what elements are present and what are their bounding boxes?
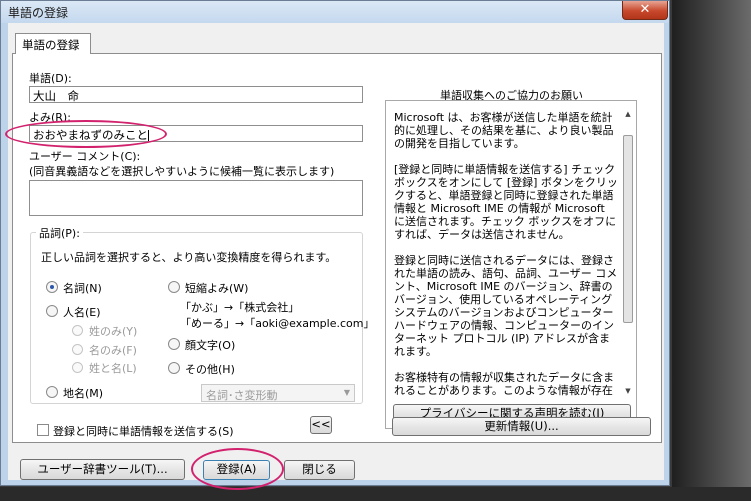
noun-label: 名詞(N) (63, 282, 102, 295)
desktop-background (672, 0, 751, 501)
info-paragraph: [登録と同時に単語情報を送信する] チェック ボックスをオンにして [登録] ボ… (394, 163, 618, 241)
dialog-client-area: 単語の登録 単語(D): 大山 命 よみ(R): おおやまねずのみこと ユーザー… (5, 23, 664, 490)
info-text: Microsoft は、お客様が送信した単語を統計的に処理し、その結果を基に、よ… (394, 111, 618, 397)
short-reading-radio[interactable] (168, 281, 180, 293)
word-label: 単語(D): (29, 72, 72, 85)
place-name-label: 地名(M) (63, 387, 104, 400)
info-scrollbar[interactable]: ▲ ▼ (622, 109, 634, 397)
part-of-speech-description: 正しい品詞を選択すると、より高い変換精度を得られます。 (41, 251, 337, 264)
surname-only-radio[interactable] (72, 325, 83, 336)
tab-register-word[interactable]: 単語の登録 (15, 33, 91, 54)
info-paragraph: 登録と同時に送信されるデータには、登録された単語の読み、語句、品詞、ユーザー コ… (394, 254, 618, 358)
short-reading-example-2: 「めーる」→「aoki@example.com」 (180, 317, 375, 330)
word-input[interactable]: 大山 命 (29, 86, 363, 103)
short-reading-example-1: 「かぶ」→「株式会社」 (180, 301, 300, 314)
info-panel: Microsoft は、お客様が送信した単語を統計的に処理し、その結果を基に、よ… (385, 100, 637, 429)
title-bar: 単語の登録 ✕ (1, 1, 669, 23)
reading-highlight-ellipse (5, 120, 167, 148)
scrollbar-thumb[interactable] (623, 135, 633, 323)
window-title: 単語の登録 (8, 6, 69, 20)
person-label: 人名(E) (63, 306, 101, 319)
register-word-dialog: 単語の登録 ✕ 単語の登録 単語(D): 大山 命 よみ(R): おおやまねずの… (0, 0, 670, 490)
place-name-radio[interactable] (46, 386, 58, 398)
other-pos-select[interactable]: 名詞･さ変形動 ▼ (201, 384, 355, 402)
surname-only-label: 姓のみ(Y) (89, 325, 138, 338)
close-window-button[interactable]: ✕ (622, 1, 668, 20)
send-word-info-label: 登録と同時に単語情報を送信する(S) (53, 425, 234, 438)
comment-label: ユーザー コメント(C): (29, 150, 141, 163)
scroll-down-icon[interactable]: ▼ (622, 386, 634, 397)
surname-and-given-label: 姓と名(L) (89, 362, 137, 375)
other-radio[interactable] (168, 362, 180, 374)
given-name-only-label: 名のみ(F) (89, 344, 137, 357)
emoticon-label: 顔文字(O) (185, 339, 236, 352)
send-word-info-checkbox[interactable] (37, 424, 49, 436)
close-button[interactable]: 閉じる (284, 460, 355, 480)
surname-and-given-radio[interactable] (72, 362, 83, 373)
collapse-button[interactable]: << (310, 416, 332, 434)
chevron-down-icon: ▼ (343, 388, 350, 397)
info-paragraph: Microsoft は、お客様が送信した単語を統計的に処理し、その結果を基に、よ… (394, 111, 614, 150)
emoticon-radio[interactable] (168, 338, 180, 350)
comment-input[interactable] (29, 180, 363, 216)
noun-radio[interactable] (46, 281, 58, 293)
scroll-up-icon[interactable]: ▲ (622, 109, 634, 120)
register-highlight-ellipse (191, 448, 284, 490)
other-label: その他(H) (185, 363, 235, 376)
comment-hint: (同音異義語などを選択しやすいように候補一覧に表示します) (29, 165, 335, 178)
desktop-background-bottom (0, 487, 751, 501)
user-dictionary-tool-button[interactable]: ユーザー辞書ツール(T)... (20, 459, 185, 480)
info-paragraph: お客様特有の情報が収集されたデータに含まれることがあります。このような情報が存在… (394, 371, 614, 397)
other-pos-select-value: 名詞･さ変形動 (206, 389, 278, 402)
given-name-only-radio[interactable] (72, 344, 83, 355)
update-info-button[interactable]: 更新情報(U)... (392, 417, 651, 436)
person-radio[interactable] (46, 305, 58, 317)
short-reading-label: 短縮よみ(W) (185, 282, 249, 295)
part-of-speech-legend: 品詞(P): (36, 225, 83, 241)
tab-panel: 単語(D): 大山 命 よみ(R): おおやまねずのみこと ユーザー コメント(… (12, 53, 662, 443)
